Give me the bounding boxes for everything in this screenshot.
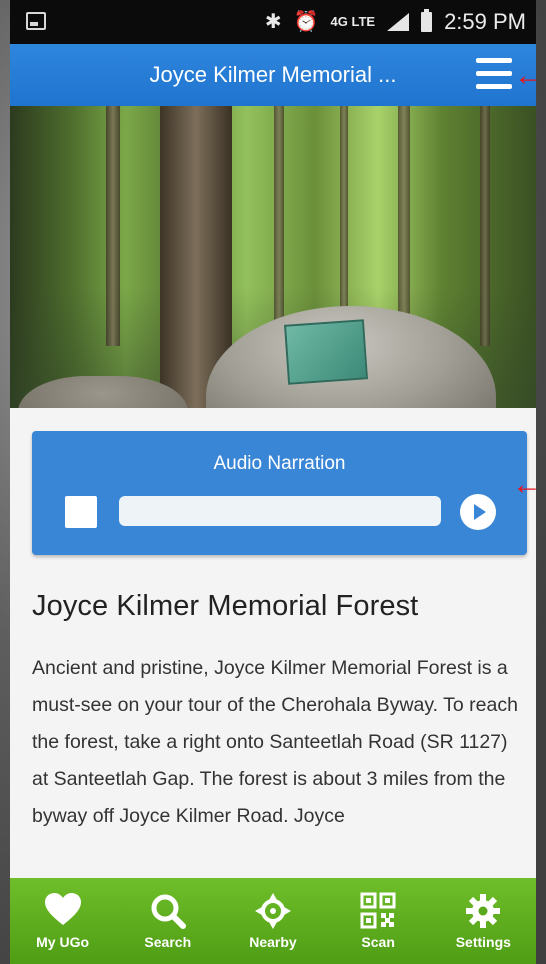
search-icon (115, 892, 220, 932)
tree-trunk (398, 106, 410, 336)
nav-label: Search (144, 934, 192, 950)
page-title: Joyce Kilmer Memorial ... (149, 62, 397, 87)
battery-icon (421, 9, 433, 32)
hamburger-menu-icon[interactable] (476, 58, 512, 92)
phone-screen: ✱ ⏰ 4G LTE 2:59 PM Joyce Kilmer Memorial… (10, 0, 536, 964)
nav-label: My UGo (36, 934, 90, 950)
annotation-arrow-icon: ← (512, 468, 536, 501)
play-icon[interactable] (460, 494, 496, 530)
content-body: Ancient and pristine, Joyce Kilmer Memor… (32, 657, 518, 827)
clock: 2:59 PM (444, 9, 526, 34)
screenshot-icon (26, 12, 46, 30)
tree-trunk (274, 106, 284, 336)
annotation-arrow-icon: ← (514, 59, 536, 92)
qr-code-icon (326, 892, 431, 932)
nav-item-my-ugo[interactable]: My UGo (10, 878, 115, 964)
nav-label: Scan (361, 934, 395, 950)
content-heading: Joyce Kilmer Memorial Forest (32, 590, 419, 622)
alarm-icon: ⏰ (293, 11, 319, 33)
tree-trunk (480, 106, 490, 346)
bottom-nav: My UGo Search Nearby Scan Settings (10, 878, 536, 964)
tree-trunk (106, 106, 120, 346)
hero-image (10, 106, 536, 408)
audio-progress-bar[interactable] (119, 496, 441, 526)
nav-item-nearby[interactable]: Nearby (220, 878, 325, 964)
audio-title: Audio Narration (213, 453, 346, 474)
memorial-plaque (284, 319, 368, 385)
lte-icon: 4G LTE (330, 14, 376, 29)
title-bar: Joyce Kilmer Memorial ... (10, 44, 536, 106)
nav-item-scan[interactable]: Scan (326, 878, 431, 964)
tree-trunk (340, 106, 348, 326)
audio-narration-card: Audio Narration (32, 431, 527, 555)
nav-item-settings[interactable]: Settings (431, 878, 536, 964)
gear-icon (431, 892, 536, 932)
nav-label: Nearby (249, 934, 297, 950)
nav-item-search[interactable]: Search (115, 878, 220, 964)
stop-icon[interactable] (65, 496, 97, 528)
nav-label: Settings (455, 934, 511, 950)
heart-icon (10, 892, 115, 932)
bluetooth-icon: ✱ (264, 11, 282, 33)
status-bar: ✱ ⏰ 4G LTE 2:59 PM (10, 0, 536, 44)
crosshair-icon (220, 892, 325, 932)
status-icons: ✱ ⏰ 4G LTE 2:59 PM (265, 8, 526, 36)
signal-icon (387, 13, 410, 31)
